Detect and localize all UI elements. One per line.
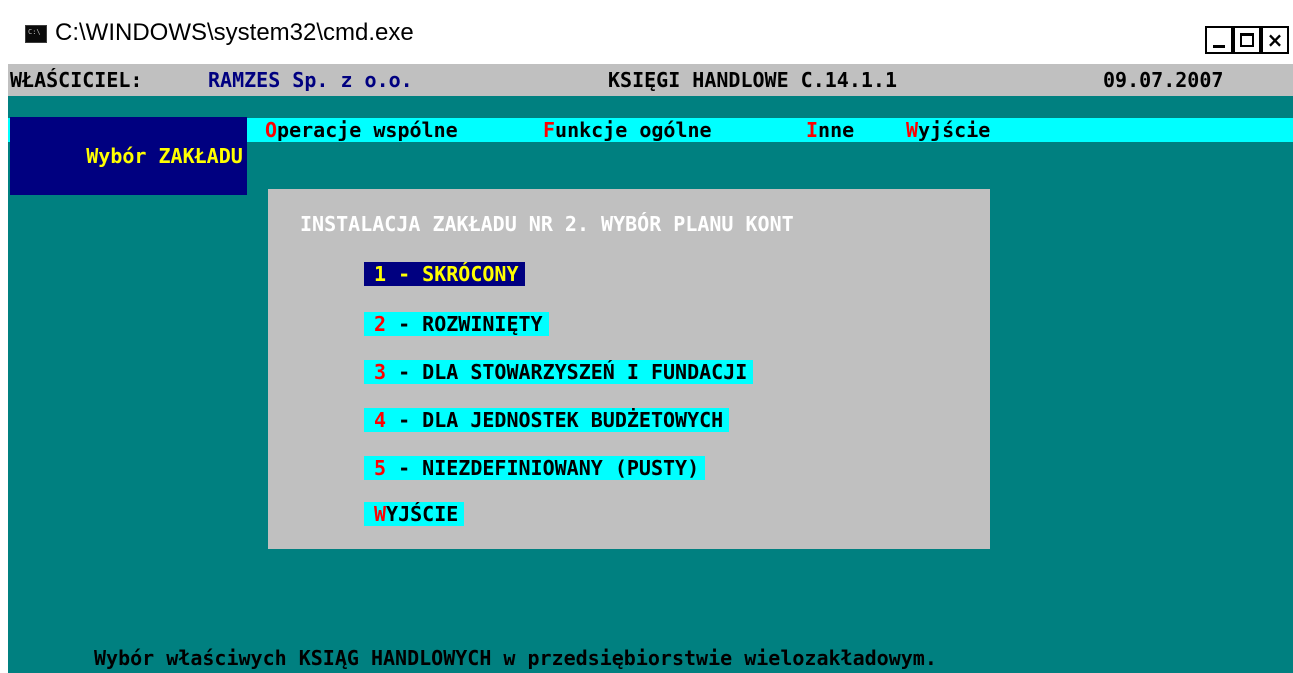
- option-hotkey: W: [374, 502, 387, 526]
- hotkey-letter: O: [265, 118, 278, 142]
- option-number: 1: [374, 262, 387, 286]
- option-number: 4: [374, 408, 387, 432]
- hotkey-letter: F: [543, 118, 556, 142]
- option-number: 5: [374, 456, 387, 480]
- maximize-button[interactable]: [1233, 26, 1261, 54]
- menu-item-label: nne: [818, 118, 855, 142]
- app-title: KSIĘGI HANDLOWE C.14.1.1: [608, 68, 897, 92]
- menu-item-wyjscie[interactable]: Wyjście: [906, 117, 990, 143]
- option-stowarzyszenia[interactable]: 3 - DLA STOWARZYSZEŃ I FUNDACJI: [364, 360, 754, 384]
- company-name: RAMZES Sp. z o.o.: [208, 68, 413, 92]
- option-label: - NIEZDEFINIOWANY (PUSTY): [386, 456, 700, 480]
- option-number: 2: [374, 312, 387, 336]
- menu-item-operacje-wspolne[interactable]: Operacje wspólne: [265, 117, 458, 143]
- minimize-button[interactable]: [1205, 26, 1233, 54]
- menu-item-funkcje-ogolne[interactable]: Funkcje ogólne: [543, 117, 712, 143]
- option-rozwiniety[interactable]: 2 - ROZWINIĘTY: [364, 312, 549, 336]
- hotkey-letter: W: [906, 118, 919, 142]
- header-bar: WŁAŚCICIEL: RAMZES Sp. z o.o. KSIĘGI HAN…: [8, 64, 1293, 96]
- option-wyjscie[interactable]: WYJŚCIE: [364, 502, 465, 526]
- window-title: C:\WINDOWS\system32\cmd.exe: [55, 19, 414, 46]
- window-titlebar[interactable]: C:\WINDOWS\system32\cmd.exe ×: [0, 0, 1293, 64]
- menu-item-label: yjście: [918, 118, 991, 142]
- menu-item-label: Wybór ZAKŁADU: [86, 144, 243, 168]
- option-number: 3: [374, 360, 387, 384]
- owner-label: WŁAŚCICIEL:: [10, 68, 143, 92]
- close-button[interactable]: ×: [1261, 26, 1289, 54]
- menu-bar: Wybór ZAKŁADU Operacje wspólne Funkcje o…: [8, 117, 1293, 195]
- status-hint: Wybór właściwych KSIĄG HANDLOWYCH w prze…: [94, 646, 937, 670]
- option-jednostki-budzetowe[interactable]: 4 - DLA JEDNOSTEK BUDŻETOWYCH: [364, 408, 730, 432]
- cmd-icon[interactable]: [25, 25, 47, 43]
- option-label: - DLA JEDNOSTEK BUDŻETOWYCH: [386, 408, 724, 432]
- option-skrocony[interactable]: 1 - SKRÓCONY: [364, 262, 525, 286]
- option-label: - ROZWINIĘTY: [386, 312, 543, 336]
- menu-item-wybor-zakladu[interactable]: Wybór ZAKŁADU: [10, 117, 247, 195]
- close-icon: ×: [1266, 28, 1284, 52]
- menu-item-label: unkcje ogólne: [555, 118, 712, 142]
- current-date: 09.07.2007: [1103, 68, 1224, 92]
- menu-item-label: peracje wspólne: [277, 118, 458, 142]
- hotkey-letter: I: [806, 118, 819, 142]
- option-label: - DLA STOWARZYSZEŃ I FUNDACJI: [386, 360, 748, 384]
- option-label: - SKRÓCONY: [386, 262, 519, 286]
- option-label: YJŚCIE: [386, 502, 459, 526]
- plan-selection-dialog: INSTALACJA ZAKŁADU NR 2. WYBÓR PLANU KON…: [268, 189, 990, 549]
- menu-item-inne[interactable]: Inne: [806, 117, 854, 143]
- console-area[interactable]: WŁAŚCICIEL: RAMZES Sp. z o.o. KSIĘGI HAN…: [8, 64, 1293, 673]
- dialog-title: INSTALACJA ZAKŁADU NR 2. WYBÓR PLANU KON…: [300, 212, 794, 236]
- option-niezdefiniowany[interactable]: 5 - NIEZDEFINIOWANY (PUSTY): [364, 456, 706, 480]
